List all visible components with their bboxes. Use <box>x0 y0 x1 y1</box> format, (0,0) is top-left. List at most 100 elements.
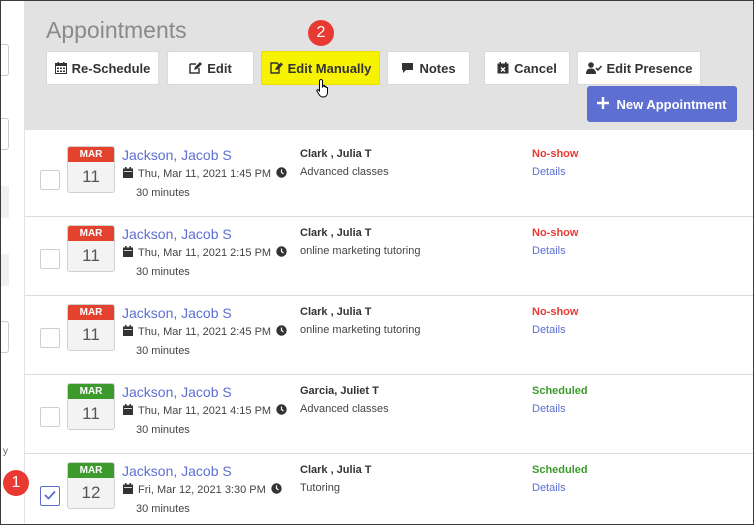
hand-cursor-icon <box>316 78 332 103</box>
appointment-datetime-text: Fri, Mar 12, 2021 3:30 PM <box>138 484 266 496</box>
side-panel-block <box>1 186 9 218</box>
client-name-link[interactable]: Jackson, Jacob S <box>122 226 232 242</box>
calendar-icon <box>123 404 133 418</box>
details-link[interactable]: Details <box>532 166 566 178</box>
calendar-grid-icon <box>54 62 67 74</box>
calendar-month: MAR <box>68 226 114 241</box>
appointment-list: MAR 11 Jackson, Jacob S Thu, Mar 11, 202… <box>25 138 753 524</box>
edit-document-icon <box>269 62 283 74</box>
cancel-label: Cancel <box>514 60 557 76</box>
edit-presence-button[interactable]: Edit Presence <box>577 51 701 85</box>
appointment-datetime-text: Thu, Mar 11, 2021 1:45 PM <box>138 168 272 180</box>
service-name: online marketing tutoring <box>300 245 421 257</box>
side-panel-field[interactable] <box>1 118 9 150</box>
calendar-icon <box>123 325 133 339</box>
appointment-datetime-text: Thu, Mar 11, 2021 2:15 PM <box>138 247 272 259</box>
service-name: Advanced classes <box>300 403 389 415</box>
provider-name: Clark , Julia T <box>300 148 372 160</box>
calendar-day: 11 <box>82 167 100 186</box>
service-name: Advanced classes <box>300 166 389 178</box>
user-check-icon <box>585 62 602 74</box>
client-name-link[interactable]: Jackson, Jacob S <box>122 384 232 400</box>
calendar-month: MAR <box>68 384 114 399</box>
new-appointment-button[interactable]: New Appointment <box>587 86 737 122</box>
edit-button[interactable]: Edit <box>167 51 254 85</box>
status-badge: Scheduled <box>532 385 588 397</box>
select-checkbox[interactable] <box>40 249 60 269</box>
calendar-date-badge: MAR 11 <box>67 146 115 193</box>
appointment-duration: 30 minutes <box>136 187 190 199</box>
calendar-month: MAR <box>68 463 114 478</box>
client-name-link[interactable]: Jackson, Jacob S <box>122 463 232 479</box>
edit-pencil-icon <box>189 62 203 74</box>
notes-label: Notes <box>419 60 456 76</box>
appointment-row[interactable]: MAR 12 Jackson, Jacob S Fri, Mar 12, 202… <box>25 454 753 524</box>
client-name-link[interactable]: Jackson, Jacob S <box>122 305 232 321</box>
clock-icon <box>276 167 287 181</box>
status-badge: No-show <box>532 306 579 318</box>
edit-label: Edit <box>207 60 232 76</box>
notes-button[interactable]: Notes <box>387 51 470 85</box>
appointment-datetime: Thu, Mar 11, 2021 2:15 PM <box>123 246 287 260</box>
appointment-row[interactable]: MAR 11 Jackson, Jacob S Thu, Mar 11, 202… <box>25 138 753 217</box>
checkmark-icon <box>44 487 56 505</box>
appointment-row[interactable]: MAR 11 Jackson, Jacob S Thu, Mar 11, 202… <box>25 217 753 296</box>
side-panel-edge: y <box>1 1 25 524</box>
calendar-day: 12 <box>81 483 101 502</box>
appointment-datetime-text: Thu, Mar 11, 2021 2:45 PM <box>138 326 272 338</box>
details-link[interactable]: Details <box>532 324 566 336</box>
appointment-duration: 30 minutes <box>136 424 190 436</box>
calendar-month: MAR <box>68 147 114 162</box>
cancel-button[interactable]: Cancel <box>484 51 570 85</box>
client-name-link[interactable]: Jackson, Jacob S <box>122 147 232 163</box>
clock-icon <box>276 404 287 418</box>
side-panel-block <box>1 254 9 286</box>
appointment-datetime: Fri, Mar 12, 2021 3:30 PM <box>123 483 282 497</box>
edit-presence-label: Edit Presence <box>606 60 693 76</box>
select-checkbox[interactable] <box>40 170 60 190</box>
select-checkbox[interactable] <box>40 407 60 427</box>
status-badge: Scheduled <box>532 464 588 476</box>
clock-icon <box>271 483 282 497</box>
plus-icon <box>597 96 610 112</box>
select-checkbox[interactable] <box>40 328 60 348</box>
side-panel-field[interactable] <box>1 321 9 353</box>
calendar-icon <box>123 483 133 497</box>
calendar-date-badge: MAR 11 <box>67 383 115 430</box>
side-panel-label: y <box>3 446 8 457</box>
reschedule-label: Re-Schedule <box>71 60 151 76</box>
calendar-date-badge: MAR 11 <box>67 225 115 272</box>
calendar-icon <box>123 246 133 260</box>
appointment-datetime: Thu, Mar 11, 2021 2:45 PM <box>123 325 287 339</box>
provider-name: Garcia, Juliet T <box>300 385 379 397</box>
clock-icon <box>276 325 287 339</box>
side-panel-field[interactable] <box>1 44 9 76</box>
service-name: online marketing tutoring <box>300 324 421 336</box>
details-link[interactable]: Details <box>532 245 566 257</box>
calendar-day: 11 <box>82 404 100 423</box>
calendar-day: 11 <box>82 325 100 344</box>
page-title: Appointments <box>46 17 187 43</box>
details-link[interactable]: Details <box>532 403 566 415</box>
select-checkbox[interactable] <box>40 486 60 506</box>
appointment-duration: 30 minutes <box>136 503 190 515</box>
calendar-date-badge: MAR 11 <box>67 304 115 351</box>
appointment-row[interactable]: MAR 11 Jackson, Jacob S Thu, Mar 11, 202… <box>25 375 753 454</box>
calendar-icon <box>123 167 133 181</box>
edit-manually-label: Edit Manually <box>287 60 372 76</box>
reschedule-button[interactable]: Re-Schedule <box>46 51 159 85</box>
new-appointment-label: New Appointment <box>616 96 727 112</box>
provider-name: Clark , Julia T <box>300 306 372 318</box>
provider-name: Clark , Julia T <box>300 227 372 239</box>
comment-icon <box>401 62 414 74</box>
appointment-duration: 30 minutes <box>136 266 190 278</box>
provider-name: Clark , Julia T <box>300 464 372 476</box>
status-badge: No-show <box>532 227 579 239</box>
calendar-x-icon <box>497 62 509 74</box>
appointments-header: Appointments Re-Schedule Edit Edit Manua… <box>25 1 753 130</box>
details-link[interactable]: Details <box>532 482 566 494</box>
appointment-row[interactable]: MAR 11 Jackson, Jacob S Thu, Mar 11, 202… <box>25 296 753 375</box>
appointment-datetime: Thu, Mar 11, 2021 1:45 PM <box>123 167 287 181</box>
calendar-day: 11 <box>82 246 100 265</box>
calendar-date-badge: MAR 12 <box>67 462 115 509</box>
